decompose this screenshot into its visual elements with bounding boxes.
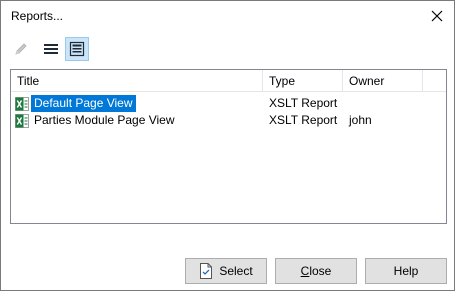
close-button-label: Close — [300, 264, 332, 278]
column-header-filler — [423, 70, 446, 92]
details-view-icon — [69, 41, 85, 57]
report-title: Parties Module Page View — [34, 113, 175, 127]
select-button[interactable]: Select — [185, 258, 267, 284]
xslt-report-icon — [15, 96, 29, 111]
dialog-title: Reports... — [11, 9, 64, 23]
table-row[interactable]: Parties Module Page View XSLT Report joh… — [11, 112, 446, 129]
edit-button[interactable] — [9, 37, 33, 61]
close-icon — [431, 10, 443, 22]
column-header-title[interactable]: Title — [11, 70, 263, 92]
report-owner: john — [349, 113, 372, 127]
report-type: XSLT Report — [269, 96, 338, 110]
select-button-label: Select — [219, 264, 253, 278]
list-header: Title Type Owner — [11, 70, 446, 92]
table-row[interactable]: Default Page View XSLT Report — [11, 95, 446, 112]
column-header-type[interactable]: Type — [263, 70, 343, 92]
report-title: Default Page View — [31, 95, 136, 112]
list-view-icon — [44, 44, 58, 54]
reports-dialog: Reports... Title Type Owner Default Page… — [0, 0, 455, 291]
list-view-button[interactable] — [39, 37, 63, 61]
help-button[interactable]: Help — [365, 258, 447, 284]
close-button[interactable]: Close — [275, 258, 357, 284]
toolbar — [9, 37, 129, 63]
details-view-button[interactable] — [65, 37, 89, 61]
close-window-button[interactable] — [420, 1, 454, 31]
document-select-icon — [200, 263, 213, 279]
report-type: XSLT Report — [269, 113, 338, 127]
reports-list[interactable]: Title Type Owner Default Page View XSLT … — [10, 69, 447, 224]
title-cell: Parties Module Page View — [15, 112, 178, 129]
title-bar: Reports... — [1, 1, 454, 31]
xslt-report-icon — [15, 113, 29, 128]
title-cell: Default Page View — [15, 95, 136, 112]
help-button-label: Help — [393, 264, 419, 278]
column-header-owner[interactable]: Owner — [343, 70, 423, 92]
pencil-edit-icon — [15, 43, 27, 55]
